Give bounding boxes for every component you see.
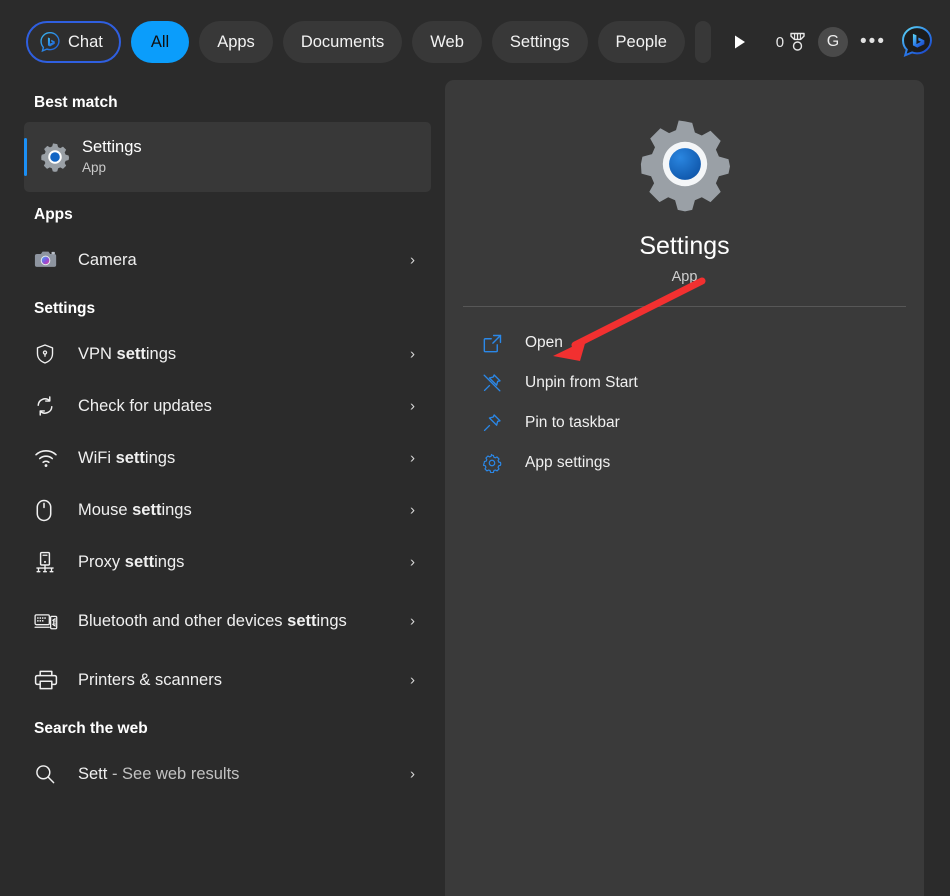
tab-apps[interactable]: Apps [199,21,273,63]
search-icon [34,763,60,785]
rewards-count: 0 [775,33,785,51]
chevron-right-icon[interactable]: › [410,346,415,363]
chevron-right-icon[interactable]: › [410,613,415,630]
more-options-label: ••• [860,31,886,52]
section-header-settings: Settings [34,300,96,317]
tab-web[interactable]: Web [412,21,482,63]
pin-icon [480,413,504,433]
tab-all-label: All [150,32,170,51]
account-avatar[interactable]: G [818,27,849,57]
chevron-right-icon[interactable]: › [410,672,415,689]
result-label: VPN settings [78,344,177,363]
result-label: WiFi settings [78,448,176,467]
wifi-icon [34,447,60,469]
mouse-icon [34,499,60,522]
chevron-right-icon[interactable]: › [410,554,415,571]
result-row-camera[interactable]: Camera › [0,234,445,286]
tab-chat-label: Chat [68,32,103,51]
sync-icon [34,395,60,417]
unpin-icon [480,373,504,393]
tab-settings-label: Settings [509,32,570,51]
selection-indicator [24,138,27,176]
action-label: Unpin from Start [525,374,638,391]
section-header-best-match: Best match [34,94,118,111]
action-unpin-from-start[interactable]: Unpin from Start [445,363,924,403]
bing-chat-icon [40,32,60,53]
result-label: Proxy settings [78,552,185,571]
action-app-settings[interactable]: App settings [445,443,924,483]
best-match-text: Settings App [82,137,142,177]
action-label: App settings [525,454,611,471]
best-match-subtitle: App [82,160,107,175]
best-match-title: Settings [82,138,142,156]
tab-all[interactable]: All [130,21,190,63]
chevron-right-icon[interactable]: › [410,450,415,467]
rewards-indicator[interactable]: 0 [776,32,806,52]
result-row-printers-and-scanners[interactable]: Printers & scanners › [0,654,445,706]
settings-gear-icon [41,143,70,172]
gear-icon [480,453,504,473]
preview-subtitle: App [671,269,698,285]
topbar-right-controls: 0 G ••• [720,0,950,84]
open-external-icon [480,334,504,353]
chevron-right-icon[interactable]: › [410,252,415,269]
preview-hero: Settings App [445,80,924,285]
tab-chat[interactable]: Chat [26,21,121,63]
windows-search-results: Chat All Apps Documents Web Settings Peo… [0,0,950,896]
action-open[interactable]: Open [445,323,924,363]
proxy-icon [34,551,60,574]
result-label: Sett - See web results [78,764,240,783]
result-row-check-for-updates[interactable]: Check for updates › [0,380,445,432]
result-row-proxy-settings[interactable]: Proxy settings › [0,536,445,588]
chevron-right-icon[interactable]: › [410,766,415,783]
section-header-apps: Apps [34,206,73,223]
tab-people-label: People [615,32,667,51]
result-label: Bluetooth and other devices settings [78,611,347,630]
preview-actions: Open Unpin from Start Pin to taskbar App… [445,307,924,483]
app-preview-panel: Settings App Open Unpin from Start Pin t… [445,80,924,896]
result-label: Printers & scanners [78,670,222,689]
printer-icon [34,669,60,691]
action-pin-to-taskbar[interactable]: Pin to taskbar [445,403,924,443]
preview-title: Settings [639,232,730,260]
tab-settings[interactable]: Settings [491,21,588,63]
more-options-button[interactable]: ••• [860,31,886,53]
tab-documents[interactable]: Documents [282,21,403,63]
account-initial: G [826,33,840,50]
tab-apps-label: Apps [217,32,255,51]
action-label: Pin to taskbar [525,414,620,431]
results-list: Best match Settings App Apps Camera › Se… [0,84,445,896]
settings-gear-icon [640,120,730,212]
section-header-search-the-web: Search the web [34,720,148,737]
result-label: Camera [78,250,137,269]
bing-chat-button-icon[interactable] [900,25,934,59]
tab-web-label: Web [430,32,464,51]
bluetooth-devices-icon [34,611,60,631]
result-row-web-search[interactable]: Sett - See web results › [0,748,445,800]
result-label: Mouse settings [78,500,192,519]
best-match-settings-row[interactable]: Settings App [24,122,431,192]
chevron-right-icon[interactable]: › [410,502,415,519]
rewards-medal-icon [790,32,805,51]
chevron-right-icon[interactable]: › [410,398,415,415]
shield-lock-icon [34,343,60,365]
tab-people[interactable]: People [597,21,685,63]
result-row-vpn-settings[interactable]: VPN settings › [0,328,445,380]
tab-documents-label: Documents [300,32,385,51]
result-row-wifi-settings[interactable]: WiFi settings › [0,432,445,484]
camera-icon [34,248,60,272]
result-row-bluetooth-and-other-devices-settings[interactable]: Bluetooth and other devices settings › [0,588,445,654]
scroll-tabs-right-button[interactable] [720,22,760,62]
tab-overflow-clipped[interactable] [694,21,711,63]
result-label: Check for updates [78,396,212,415]
action-label: Open [525,334,563,351]
play-triangle-icon [734,35,745,49]
result-row-mouse-settings[interactable]: Mouse settings › [0,484,445,536]
